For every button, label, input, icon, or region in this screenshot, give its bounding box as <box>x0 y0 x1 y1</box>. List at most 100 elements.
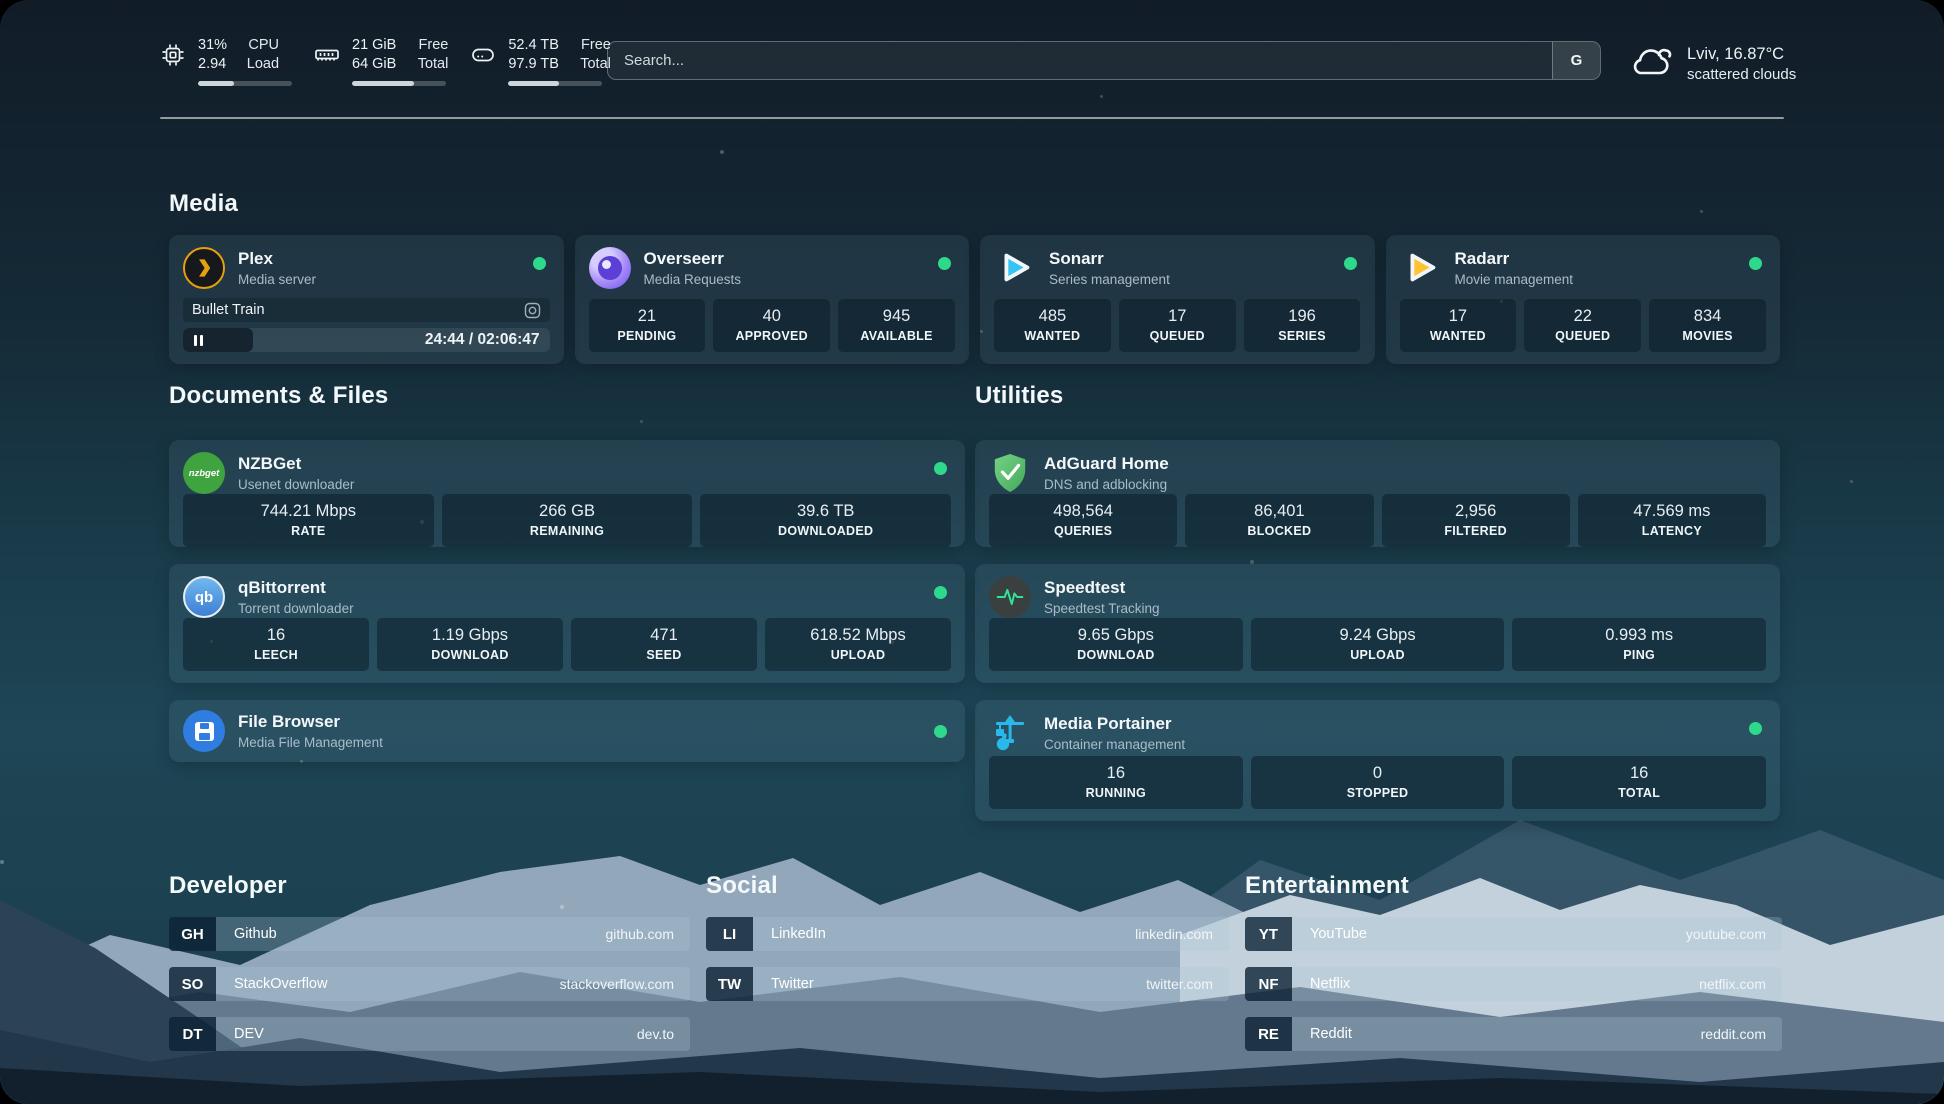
sonarr-status-dot <box>1344 257 1357 270</box>
ram-sensor: 21 GiB 64 GiB Free Total <box>314 36 448 86</box>
cloud-icon <box>1628 42 1674 85</box>
cpu-sensor: 31% 2.94 CPU Load <box>160 36 292 86</box>
stat-tile: 834MOVIES <box>1649 299 1766 352</box>
plex-now-playing[interactable]: Bullet Train <box>183 298 550 322</box>
youtube-icon: YT <box>1245 917 1292 951</box>
plex-icon <box>183 247 225 289</box>
ram-total-value: 64 GiB <box>352 55 396 74</box>
nzbget-status-dot <box>934 462 947 475</box>
disk-free-value: 52.4 TB <box>508 36 559 55</box>
weather-widget[interactable]: Lviv, 16.87°C scattered clouds <box>1628 42 1796 85</box>
portainer-card[interactable]: Media Portainer Container management 16R… <box>975 700 1780 821</box>
weather-location-temp: Lviv, 16.87°C <box>1687 45 1796 64</box>
portainer-icon <box>989 712 1031 754</box>
speedtest-card[interactable]: Speedtest Speedtest Tracking 9.65 GbpsDO… <box>975 564 1780 683</box>
stat-tile: 39.6 TBDOWNLOADED <box>700 494 951 547</box>
stat-tile: 47.569 msLATENCY <box>1578 494 1766 547</box>
disk-total-label: Total <box>571 55 611 74</box>
stat-tile: 266 GBREMAINING <box>442 494 693 547</box>
pause-icon[interactable] <box>194 335 203 346</box>
search-bar: G <box>607 41 1601 80</box>
plex-card[interactable]: Plex Media server Bullet Train 24:44 / 0… <box>169 235 564 364</box>
filebrowser-card[interactable]: File Browser Media File Management <box>169 700 965 762</box>
sonarr-icon <box>994 247 1036 289</box>
links-row: Developer GH Githubgithub.com SO StackOv… <box>169 872 1782 1051</box>
disk-total-value: 97.9 TB <box>508 55 559 74</box>
cpu-load-value: 2.94 <box>198 55 227 74</box>
stat-tile: 196SERIES <box>1244 299 1361 352</box>
developer-section-title: Developer <box>169 872 690 900</box>
portainer-status-dot <box>1749 722 1762 735</box>
radarr-status-dot <box>1749 257 1762 270</box>
documents-section-title: Documents & Files <box>169 382 965 410</box>
developer-section: Developer GH Githubgithub.com SO StackOv… <box>169 872 690 1051</box>
github-icon: GH <box>169 917 216 951</box>
reddit-icon: RE <box>1245 1017 1292 1051</box>
nzbget-icon: nzbget <box>183 452 225 494</box>
video-icon <box>524 302 541 319</box>
twitter-icon: TW <box>706 967 753 1001</box>
link-youtube[interactable]: YT YouTubeyoutube.com <box>1245 917 1782 951</box>
link-reddit[interactable]: RE Redditreddit.com <box>1245 1017 1782 1051</box>
adguard-card[interactable]: AdGuard Home DNS and adblocking 498,564Q… <box>975 440 1780 547</box>
stat-tile: 0.993 msPING <box>1512 618 1766 671</box>
stat-tile: 86,401BLOCKED <box>1185 494 1373 547</box>
cpu-icon <box>160 43 186 67</box>
link-github[interactable]: GH Githubgithub.com <box>169 917 690 951</box>
radarr-card[interactable]: Radarr Movie management 17WANTED 22QUEUE… <box>1386 235 1781 364</box>
stat-tile: 498,564QUERIES <box>989 494 1177 547</box>
filebrowser-status-dot <box>934 725 947 738</box>
search-input[interactable] <box>608 42 1552 79</box>
plex-time: 24:44 / 02:06:47 <box>425 328 540 352</box>
weather-condition: scattered clouds <box>1687 66 1796 83</box>
link-stackoverflow[interactable]: SO StackOverflowstackoverflow.com <box>169 967 690 1001</box>
stackoverflow-icon: SO <box>169 967 216 1001</box>
disk-progress-bar <box>508 81 602 86</box>
stat-tile: 9.24 GbpsUPLOAD <box>1251 618 1505 671</box>
ram-free-value: 21 GiB <box>352 36 396 55</box>
linkedin-icon: LI <box>706 917 753 951</box>
stat-tile: 945AVAILABLE <box>838 299 955 352</box>
stat-tile: 17WANTED <box>1400 299 1517 352</box>
stat-tile: 485WANTED <box>994 299 1111 352</box>
stat-tile: 16TOTAL <box>1512 756 1766 809</box>
overseerr-card[interactable]: Overseerr Media Requests 21PENDING 40APP… <box>575 235 970 364</box>
stat-tile: 1.19 GbpsDOWNLOAD <box>377 618 563 671</box>
link-twitter[interactable]: TW Twittertwitter.com <box>706 967 1229 1001</box>
sonarr-card[interactable]: Sonarr Series management 485WANTED 17QUE… <box>980 235 1375 364</box>
link-dev[interactable]: DT DEVdev.to <box>169 1017 690 1051</box>
utilities-section: Utilities AdGuard Home DNS and adblockin… <box>975 382 1780 838</box>
nzbget-card[interactable]: nzbget NZBGet Usenet downloader 744.21 M… <box>169 440 965 547</box>
netflix-icon: NF <box>1245 967 1292 1001</box>
stat-tile: 2,956FILTERED <box>1382 494 1570 547</box>
ram-progress-bar <box>352 81 446 86</box>
social-section: Social LI LinkedInlinkedin.com TW Twitte… <box>706 872 1229 1051</box>
overseerr-status-dot <box>938 257 951 270</box>
documents-section: Documents & Files nzbget NZBGet Usenet d… <box>169 382 965 779</box>
qbittorrent-status-dot <box>934 586 947 599</box>
plex-status-dot <box>533 257 546 270</box>
stat-tile: 744.21 MbpsRATE <box>183 494 434 547</box>
link-netflix[interactable]: NF Netflixnetflix.com <box>1245 967 1782 1001</box>
qbittorrent-icon: qb <box>183 576 225 618</box>
cpu-progress-bar <box>198 81 292 86</box>
disk-sensor: 52.4 TB 97.9 TB Free Total <box>470 36 611 86</box>
stat-tile: 22QUEUED <box>1524 299 1641 352</box>
stat-tile: 16LEECH <box>183 618 369 671</box>
entertainment-section-title: Entertainment <box>1245 872 1782 900</box>
ram-free-label: Free <box>408 36 448 55</box>
adguard-icon <box>989 452 1031 494</box>
search-engine-button[interactable]: G <box>1552 42 1600 79</box>
qbittorrent-card[interactable]: qb qBittorrent Torrent downloader 16LEEC… <box>169 564 965 683</box>
overseerr-icon <box>589 247 631 289</box>
header-divider <box>160 117 1784 119</box>
disk-icon <box>470 43 496 67</box>
plex-name: Plex <box>238 249 316 269</box>
ram-total-label: Total <box>408 55 448 74</box>
plex-subtitle: Media server <box>238 272 316 287</box>
utilities-section-title: Utilities <box>975 382 1780 410</box>
dashboard-screen: 31% 2.94 CPU Load <box>0 0 1944 1104</box>
link-linkedin[interactable]: LI LinkedInlinkedin.com <box>706 917 1229 951</box>
system-sensors: 31% 2.94 CPU Load <box>160 36 611 86</box>
plex-progress-bar[interactable]: 24:44 / 02:06:47 <box>183 328 550 352</box>
